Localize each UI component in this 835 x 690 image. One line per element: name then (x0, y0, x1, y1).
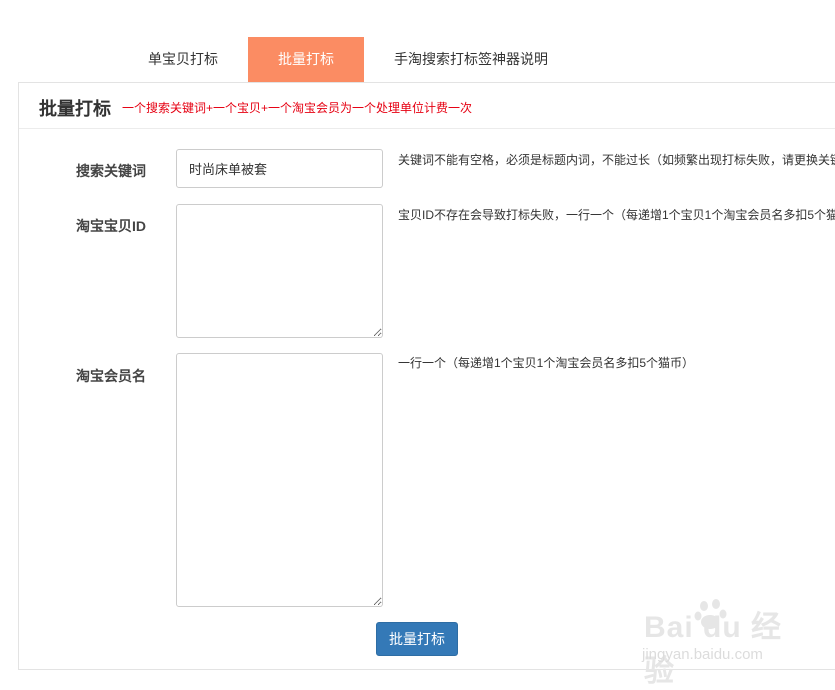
member-hint: 一行一个（每递增1个宝贝1个淘宝会员名多扣5个猫币） (398, 356, 695, 370)
panel-title: 批量打标 (39, 99, 111, 119)
panel-header: 批量打标 一个搜索关键词+一个宝贝+一个淘宝会员为一个处理单位计费一次 (19, 83, 835, 129)
item-id-label: 淘宝宝贝ID (76, 218, 146, 234)
keyword-label: 搜索关键词 (76, 163, 146, 179)
tab-single-item-mark[interactable]: 单宝贝打标 (128, 37, 238, 82)
keyword-hint: 关键词不能有空格，必须是标题内词，不能过长（如频繁出现打标失败，请更换关键 (398, 153, 835, 167)
tab-instructions[interactable]: 手淘搜索打标签神器说明 (376, 37, 566, 82)
keyword-input[interactable] (176, 149, 383, 188)
member-label: 淘宝会员名 (76, 368, 146, 384)
item-id-textarea[interactable] (176, 204, 383, 338)
billing-note: 一个搜索关键词+一个宝贝+一个淘宝会员为一个处理单位计费一次 (122, 101, 473, 115)
tab-batch-mark[interactable]: 批量打标 (248, 37, 364, 82)
batch-mark-button[interactable]: 批量打标 (376, 622, 458, 656)
item-id-hint: 宝贝ID不存在会导致打标失败，一行一个（每递增1个宝贝1个淘宝会员名多扣5个猫 (398, 208, 835, 222)
tab-bar: 单宝贝打标 批量打标 手淘搜索打标签神器说明 (0, 0, 835, 82)
member-textarea[interactable] (176, 353, 383, 607)
